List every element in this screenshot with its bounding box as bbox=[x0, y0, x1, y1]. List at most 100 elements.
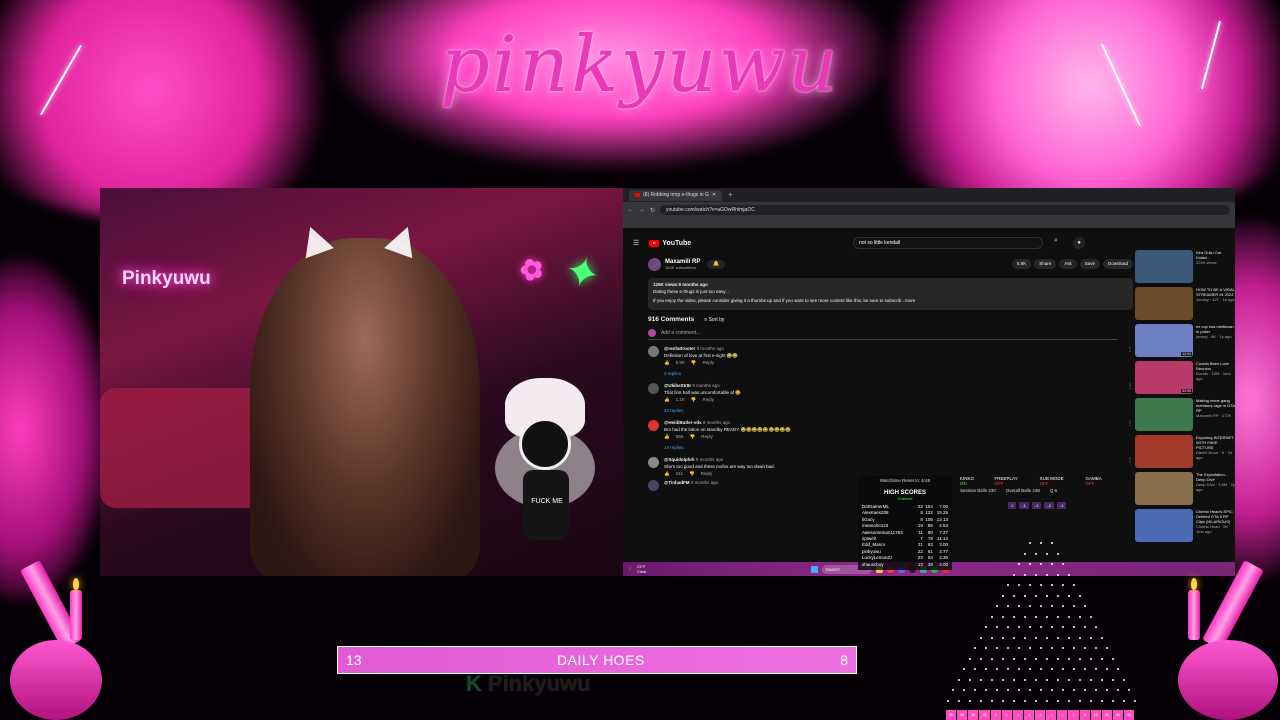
plinko-peg bbox=[1067, 657, 1070, 660]
description-box[interactable]: 125K views 9 months ago Dating these e-t… bbox=[648, 278, 1133, 310]
share-button[interactable]: Share bbox=[1034, 259, 1057, 269]
commenter-avatar[interactable] bbox=[648, 420, 659, 431]
plinko-peg bbox=[1001, 657, 1004, 660]
reload-icon[interactable]: ↻ bbox=[650, 207, 655, 214]
recommended-video[interactable]: The Exploitation... Deep Dive Deep Dive ·… bbox=[1135, 472, 1235, 505]
more-options-icon[interactable]: ⋮ bbox=[1127, 346, 1133, 353]
plinko-peg bbox=[1089, 615, 1092, 618]
notification-bell-icon[interactable]: 🔔 bbox=[707, 259, 726, 269]
plinko-slot: -1 bbox=[1023, 710, 1034, 720]
video-thumbnail[interactable] bbox=[1135, 250, 1193, 283]
search-input[interactable] bbox=[853, 237, 1043, 249]
add-comment-field[interactable]: Add a comment... bbox=[648, 329, 1118, 340]
plinko-peg bbox=[1062, 689, 1064, 691]
like-button[interactable]: 5.9K bbox=[1011, 259, 1032, 269]
more-options-icon[interactable]: ⋮ bbox=[1127, 457, 1133, 464]
video-thumbnail[interactable] bbox=[1135, 509, 1193, 542]
video-thumbnail[interactable]: 12:04 bbox=[1135, 324, 1193, 357]
replies-toggle[interactable]: 14 replies bbox=[664, 445, 791, 452]
channel-subscribers: 164K subscribers bbox=[665, 264, 696, 270]
thumbs-down-icon[interactable]: 👎 bbox=[690, 434, 696, 441]
comment-handle[interactable]: @UkibeStr8r bbox=[664, 383, 691, 388]
comment-handle[interactable]: @renfattrooter bbox=[664, 346, 695, 351]
reply-button[interactable]: Reply bbox=[701, 434, 713, 441]
commenter-avatar[interactable] bbox=[648, 479, 659, 491]
weather-widget[interactable]: 23°F Clear bbox=[637, 564, 647, 574]
save-button[interactable]: Save bbox=[1079, 259, 1100, 269]
overall-balls: Overall Balls 238 bbox=[1005, 488, 1040, 493]
thumbs-up-icon[interactable]: 👍 bbox=[664, 397, 670, 404]
comment-handle[interactable]: @TinhadFM bbox=[664, 480, 690, 485]
recommended-video[interactable]: Cheeto Head's EPIC Deleted GTA 5 RP Clip… bbox=[1135, 509, 1235, 542]
close-tab-icon[interactable]: ✕ bbox=[712, 192, 716, 198]
plinko-peg bbox=[1051, 542, 1053, 544]
sort-button[interactable]: ≡ Sort by bbox=[704, 317, 724, 323]
cat-ear-headphones bbox=[296, 221, 422, 259]
back-icon[interactable]: ← bbox=[628, 207, 634, 213]
comment: @UkibeStr8r 9 months ago That first half… bbox=[648, 383, 1133, 414]
commenter-avatar[interactable] bbox=[648, 383, 659, 394]
plinko-peg bbox=[1133, 699, 1136, 702]
video-thumbnail[interactable] bbox=[1135, 472, 1193, 505]
neon-sign: Pinkyuwu bbox=[122, 268, 211, 289]
plinko-peg bbox=[1034, 552, 1037, 555]
replies-toggle[interactable]: 24 replies bbox=[664, 408, 741, 415]
recommended-video[interactable]: 52:55 Coulda Been Love Reunion Durafu · 1… bbox=[1135, 361, 1235, 394]
url-input[interactable] bbox=[660, 205, 1230, 215]
reply-button[interactable]: Reply bbox=[702, 360, 714, 367]
plinko-peg bbox=[996, 647, 998, 649]
plinko-peg bbox=[1040, 689, 1042, 691]
recommended-video[interactable]: Exposing INTERNET WITH FAKE PICTURE Danie… bbox=[1135, 435, 1235, 468]
plinko-peg bbox=[1023, 615, 1026, 618]
plinko-peg bbox=[1012, 594, 1015, 597]
plinko-peg bbox=[1073, 668, 1075, 670]
channel-name[interactable]: Maxamili RP bbox=[665, 259, 700, 265]
thumbs-up-icon[interactable]: 👍 bbox=[664, 360, 670, 367]
gamba-mode: GAMBA OFF bbox=[1085, 476, 1102, 486]
video-title: Cheeto Head's EPIC Deleted GTA 5 RP Clip… bbox=[1196, 509, 1233, 524]
youtube-logo[interactable]: YouTube bbox=[649, 239, 691, 247]
recommended-video[interactable]: Making crime gang members rage in GTA RP… bbox=[1135, 398, 1235, 431]
browser-tab[interactable]: (8) Robbing irmp e-thugs in G ✕ bbox=[629, 189, 723, 201]
weather-icon[interactable]: ☾ bbox=[629, 566, 633, 572]
recommended-video[interactable]: HOW TO BE A VIRAL STREAMER IN 2024 Jonsey… bbox=[1135, 287, 1235, 320]
comment-text: She's too good and these mofos are way t… bbox=[664, 463, 775, 469]
plinko-slot: 50 bbox=[1124, 710, 1135, 720]
commenter-avatar[interactable] bbox=[648, 457, 659, 468]
download-button[interactable]: Download bbox=[1102, 259, 1133, 269]
new-tab-icon[interactable]: + bbox=[728, 192, 732, 199]
search-icon[interactable]: ⌕ bbox=[1049, 237, 1063, 249]
replies-toggle[interactable]: 3 replies bbox=[664, 371, 738, 378]
thumbs-down-icon[interactable]: 👎 bbox=[691, 360, 697, 367]
recommended-video[interactable]: 12:04 ex cop has meltdown in poker jonsey… bbox=[1135, 324, 1235, 357]
microphone-icon[interactable]: ● bbox=[1073, 237, 1085, 249]
plinko-peg bbox=[1100, 678, 1103, 681]
thumbs-up-icon[interactable]: 👍 bbox=[664, 471, 670, 478]
plinko-peg bbox=[996, 626, 998, 628]
ask-button[interactable]: Ask bbox=[1059, 259, 1077, 269]
start-button[interactable] bbox=[810, 565, 818, 573]
plinko-peg bbox=[1111, 699, 1114, 702]
thumbs-up-icon[interactable]: 👍 bbox=[664, 434, 670, 441]
commenter-avatar[interactable] bbox=[648, 346, 659, 357]
menu-icon[interactable]: ☰ bbox=[633, 239, 639, 247]
video-thumbnail[interactable] bbox=[1135, 287, 1193, 320]
video-thumbnail[interactable]: 52:55 bbox=[1135, 361, 1193, 394]
reply-button[interactable]: Reply bbox=[701, 471, 713, 478]
thumbs-down-icon[interactable]: 👎 bbox=[689, 471, 695, 478]
plinko-peg bbox=[1034, 636, 1037, 639]
thumbs-down-icon[interactable]: 👎 bbox=[691, 397, 697, 404]
channel-avatar[interactable] bbox=[648, 257, 661, 271]
video-thumbnail[interactable] bbox=[1135, 398, 1193, 431]
comment-handle[interactable]: @Squidolphrk bbox=[664, 457, 695, 462]
recommended-video[interactable]: Kira Gullu Out Kalani... 322K views bbox=[1135, 250, 1235, 283]
video-thumbnail[interactable] bbox=[1135, 435, 1193, 468]
more-options-icon[interactable]: ⋮ bbox=[1127, 420, 1133, 427]
plinko-peg bbox=[990, 678, 993, 681]
plinko-peg bbox=[979, 657, 982, 660]
plinko-peg bbox=[979, 699, 982, 702]
more-options-icon[interactable]: ⋮ bbox=[1127, 383, 1133, 390]
forward-icon[interactable]: → bbox=[639, 207, 645, 213]
comment-handle[interactable]: @HeidiButler-vdx bbox=[664, 420, 702, 425]
reply-button[interactable]: Reply bbox=[702, 397, 714, 404]
